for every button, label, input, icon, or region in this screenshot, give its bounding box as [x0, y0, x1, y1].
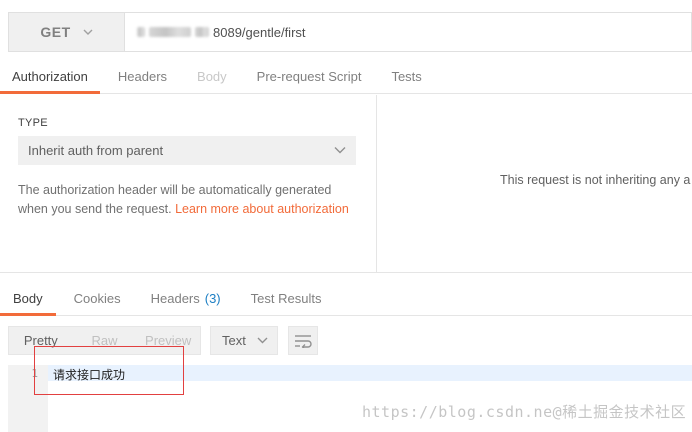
format-select[interactable]: Text	[210, 326, 278, 355]
request-url-bar: GET 8089/gentle/first	[8, 12, 692, 52]
tab-label: Headers	[117, 69, 168, 84]
header-count-badge: (3)	[204, 291, 221, 306]
chevron-down-icon	[83, 29, 93, 35]
tab-label: Headers	[150, 291, 200, 306]
inherit-message: This request is not inheriting any a	[500, 173, 691, 187]
tab-pre-request-script[interactable]: Pre-request Script	[245, 60, 374, 93]
tab-label: Pre-request Script	[256, 69, 362, 84]
tab-label: Body	[197, 69, 227, 84]
auth-settings: TYPE Inherit auth from parent The author…	[0, 95, 377, 272]
tab-response-headers[interactable]: Headers (3)	[139, 282, 233, 315]
tab-label: Body	[13, 291, 43, 306]
redacted-host	[149, 27, 191, 37]
auth-description: The authorization header will be automat…	[18, 181, 358, 218]
auth-type-value: Inherit auth from parent	[28, 143, 164, 158]
annotation-highlight-box	[34, 346, 184, 395]
tab-label: Test Results	[250, 291, 322, 306]
tab-test-results[interactable]: Test Results	[239, 282, 334, 315]
tab-body[interactable]: Body	[185, 60, 239, 93]
redacted-host	[195, 27, 209, 37]
tab-response-body[interactable]: Body	[0, 282, 56, 316]
chevron-down-icon	[334, 147, 346, 154]
wrap-lines-button[interactable]	[288, 326, 318, 355]
tab-label: Cookies	[73, 291, 121, 306]
url-input[interactable]: 8089/gentle/first	[125, 13, 691, 51]
tab-authorization[interactable]: Authorization	[0, 60, 100, 94]
learn-more-link[interactable]: Learn more about authorization	[175, 202, 349, 216]
redacted-host	[137, 27, 145, 37]
format-value: Text	[222, 333, 246, 348]
response-tabs: Body Cookies Headers (3) Test Results	[0, 282, 692, 316]
method-label: GET	[40, 24, 71, 40]
wrap-lines-icon	[295, 334, 312, 348]
tab-tests[interactable]: Tests	[379, 60, 433, 93]
watermark: https://blog.csdn.ne@稀土掘金技术社区	[362, 403, 687, 421]
authorization-panel: TYPE Inherit auth from parent The author…	[0, 95, 692, 273]
auth-type-select[interactable]: Inherit auth from parent	[18, 136, 356, 165]
url-text: 8089/gentle/first	[213, 24, 306, 40]
tab-label: Authorization	[12, 69, 88, 84]
request-tabs: Authorization Headers Body Pre-request S…	[0, 60, 692, 94]
type-label: TYPE	[18, 117, 48, 129]
tab-cookies[interactable]: Cookies	[62, 282, 133, 315]
method-select[interactable]: GET	[9, 13, 125, 51]
chevron-down-icon	[257, 337, 268, 344]
tab-headers[interactable]: Headers	[106, 60, 179, 93]
tab-label: Tests	[391, 69, 422, 84]
